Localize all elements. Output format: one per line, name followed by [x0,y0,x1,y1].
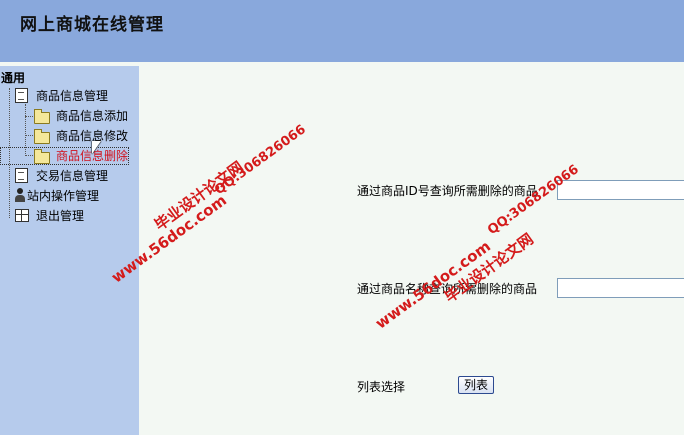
sidebar-item-label: 商品信息添加 [56,109,129,123]
list-select-label: 列表选择 [357,380,406,394]
product-id-input[interactable] [557,180,684,200]
sidebar-item-logout[interactable]: 退出管理 [0,207,139,225]
sidebar-item-label: 商品信息管理 [36,89,109,103]
calendar-grid-icon [15,209,29,222]
user-icon [13,188,27,202]
watermark-qq: QQ:306826066 [212,122,309,199]
sidebar-item-product-delete[interactable]: 商品信息删除 [0,147,139,165]
app-title: 网上商城在线管理 [20,15,164,35]
folder-icon [34,129,50,144]
sidebar-item-product-add[interactable]: 商品信息添加 [0,107,139,125]
watermark-qq: QQ:306826066 [485,162,582,239]
sidebar-item-label: 站内操作管理 [27,189,100,203]
sidebar-tree: 通用 商品信息管理 商品信息添加 商品信息修改 商品信息删除 交易信息管理 站内… [0,66,139,435]
edit-doc-icon [15,88,28,103]
sidebar-item-label: 交易信息管理 [36,169,109,183]
folder-icon [34,149,50,164]
list-button[interactable]: 列表 [458,376,494,394]
document-icon [15,168,28,183]
header-bar: 网上商城在线管理 [0,0,684,62]
sidebar-item-product-edit[interactable]: 商品信息修改 [0,127,139,145]
sidebar-item-site-operation[interactable]: 站内操作管理 [0,187,139,205]
sidebar-item-transaction-management[interactable]: 交易信息管理 [0,167,139,185]
sidebar-item-product-management[interactable]: 商品信息管理 [0,87,139,105]
sidebar-item-label: 退出管理 [36,209,85,223]
tree-root-label: 通用 [1,71,26,85]
query-by-id-label: 通过商品ID号查询所需删除的商品 [357,184,538,198]
product-name-input[interactable] [557,278,684,298]
folder-icon [34,109,50,124]
